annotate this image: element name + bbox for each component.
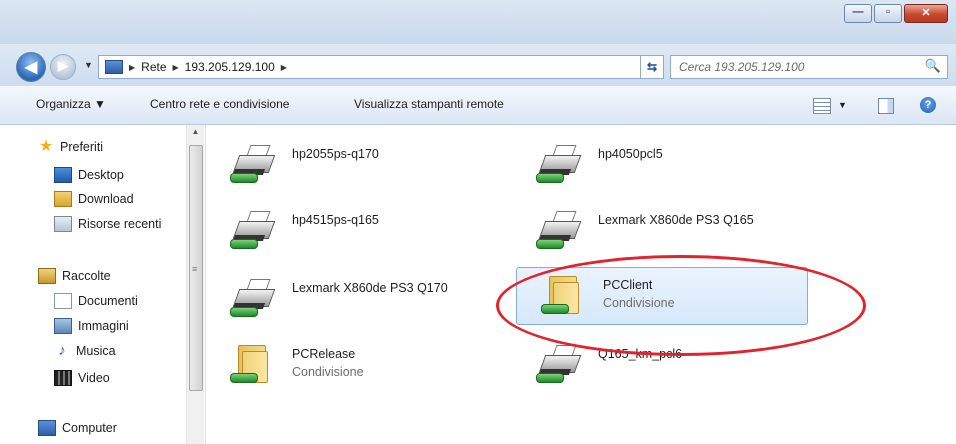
nav-libraries-label: Raccolte: [62, 269, 111, 283]
documents-icon: [54, 293, 72, 309]
breadcrumb-separator[interactable]: ▶: [173, 63, 179, 72]
nav-music-label: Musica: [76, 344, 116, 358]
nav-video[interactable]: Video: [54, 370, 110, 386]
nav-documents[interactable]: Documenti: [54, 293, 138, 309]
breadcrumb-ip[interactable]: 193.205.129.100: [185, 60, 275, 74]
remote-printers-button[interactable]: Visualizza stampanti remote: [354, 97, 504, 111]
item-name: Lexmark X860de PS3 Q165: [598, 213, 754, 227]
preview-pane-icon[interactable]: [878, 98, 894, 114]
shared-folder-icon: [228, 343, 276, 387]
recent-places-icon: [54, 216, 72, 232]
close-button[interactable]: ✕: [904, 4, 948, 23]
back-button[interactable]: ◀: [16, 52, 46, 82]
scroll-up-icon[interactable]: ▲: [187, 127, 204, 136]
network-printer-icon: [534, 209, 582, 253]
breadcrumb-separator[interactable]: ▶: [129, 63, 135, 72]
close-icon: ✕: [921, 7, 931, 19]
download-folder-icon: [54, 191, 72, 207]
item-type: Condivisione: [603, 296, 675, 310]
network-printer-icon: [228, 209, 276, 253]
item-share[interactable]: PCRelease Condivisione: [206, 337, 496, 393]
command-bar: Organizza ▼ Centro rete e condivisione V…: [0, 86, 956, 125]
item-name: hp2055ps-q170: [292, 147, 379, 161]
breadcrumb-separator[interactable]: ▶: [281, 63, 287, 72]
nav-desktop-label: Desktop: [78, 168, 124, 182]
nav-favorites-label: Preferiti: [60, 140, 104, 154]
network-location-icon: [105, 60, 123, 74]
network-printer-icon: [228, 143, 276, 187]
window-titlebar: — ▫ ✕: [0, 0, 956, 44]
star-icon: ★: [38, 138, 54, 155]
navigation-pane: ★ Preferiti Desktop Download Risorse rec…: [0, 125, 206, 444]
minimize-button[interactable]: —: [844, 4, 872, 23]
nav-music[interactable]: ♪ Musica: [54, 342, 116, 359]
libraries-icon: [38, 268, 56, 284]
nav-images-label: Immagini: [78, 319, 129, 333]
item-name: Lexmark X860de PS3 Q170: [292, 281, 448, 295]
nav-recent-label: Risorse recenti: [78, 217, 162, 231]
scroll-grip-icon: ≡: [192, 264, 198, 274]
item-share-selected[interactable]: PCClient Condivisione: [516, 267, 808, 325]
item-name: hp4050pcl5: [598, 147, 663, 161]
help-icon[interactable]: ?: [920, 97, 936, 113]
back-arrow-icon: ◀: [24, 59, 38, 76]
item-type: Condivisione: [292, 365, 364, 379]
nav-computer[interactable]: Computer: [38, 420, 117, 436]
nav-documents-label: Documenti: [78, 294, 138, 308]
desktop-icon: [54, 167, 72, 183]
search-placeholder: Cerca 193.205.129.100: [679, 60, 805, 74]
scroll-thumb[interactable]: ≡: [189, 145, 203, 391]
history-dropdown-icon[interactable]: ▼: [84, 60, 93, 70]
nav-download[interactable]: Download: [54, 191, 134, 207]
shared-folder-icon: [539, 274, 587, 318]
nav-libraries[interactable]: Raccolte: [38, 268, 111, 284]
refresh-button[interactable]: ⇆: [640, 55, 664, 79]
item-printer[interactable]: hp4050pcl5: [512, 137, 802, 193]
view-dropdown-icon[interactable]: ▼: [838, 100, 847, 110]
computer-icon: [38, 420, 56, 436]
item-name: hp4515ps-q165: [292, 213, 379, 227]
address-bar[interactable]: ▶ Rete ▶ 193.205.129.100 ▶ ▼: [98, 55, 658, 79]
item-name: PCRelease: [292, 347, 356, 361]
nav-recent[interactable]: Risorse recenti: [54, 216, 161, 232]
search-input[interactable]: Cerca 193.205.129.100 🔍: [670, 55, 948, 79]
item-printer[interactable]: hp2055ps-q170: [206, 137, 496, 193]
music-icon: ♪: [58, 342, 66, 359]
images-icon: [54, 318, 72, 334]
nav-scrollbar[interactable]: ▲ ≡: [186, 125, 204, 444]
refresh-icon: ⇆: [646, 60, 658, 74]
organize-button[interactable]: Organizza ▼: [36, 97, 106, 111]
nav-computer-label: Computer: [62, 421, 117, 435]
network-printer-icon: [534, 343, 582, 387]
network-printer-icon: [534, 143, 582, 187]
item-printer[interactable]: hp4515ps-q165: [206, 203, 496, 259]
video-icon: [54, 370, 72, 386]
item-name: PCClient: [603, 278, 653, 292]
item-name: Q165_km_pcl6: [598, 347, 683, 361]
nav-video-label: Video: [78, 371, 110, 385]
item-printer[interactable]: Lexmark X860de PS3 Q170: [206, 271, 496, 327]
view-options-icon[interactable]: [813, 98, 831, 114]
forward-button[interactable]: ▶: [50, 54, 76, 80]
maximize-icon: ▫: [886, 6, 890, 18]
address-row: ◀ ▶ ▼ ▶ Rete ▶ 193.205.129.100 ▶ ▼ ⇆ Cer…: [0, 44, 956, 86]
minimize-icon: —: [852, 6, 864, 18]
item-printer[interactable]: Q165_km_pcl6: [512, 337, 802, 393]
nav-favorites[interactable]: ★ Preferiti: [38, 138, 104, 155]
item-printer[interactable]: Lexmark X860de PS3 Q165: [512, 203, 802, 259]
nav-images[interactable]: Immagini: [54, 318, 129, 334]
search-icon[interactable]: 🔍: [925, 58, 941, 74]
network-center-button[interactable]: Centro rete e condivisione: [150, 97, 289, 111]
nav-desktop[interactable]: Desktop: [54, 167, 124, 183]
forward-arrow-icon: ▶: [58, 58, 68, 73]
breadcrumb-rete[interactable]: Rete: [141, 60, 166, 74]
file-list: hp2055ps-q170 hp4050pcl5 hp4515ps-q165 L…: [206, 125, 956, 444]
network-printer-icon: [228, 277, 276, 321]
window-controls: — ▫ ✕: [842, 4, 948, 23]
nav-download-label: Download: [78, 192, 134, 206]
maximize-button[interactable]: ▫: [874, 4, 902, 23]
